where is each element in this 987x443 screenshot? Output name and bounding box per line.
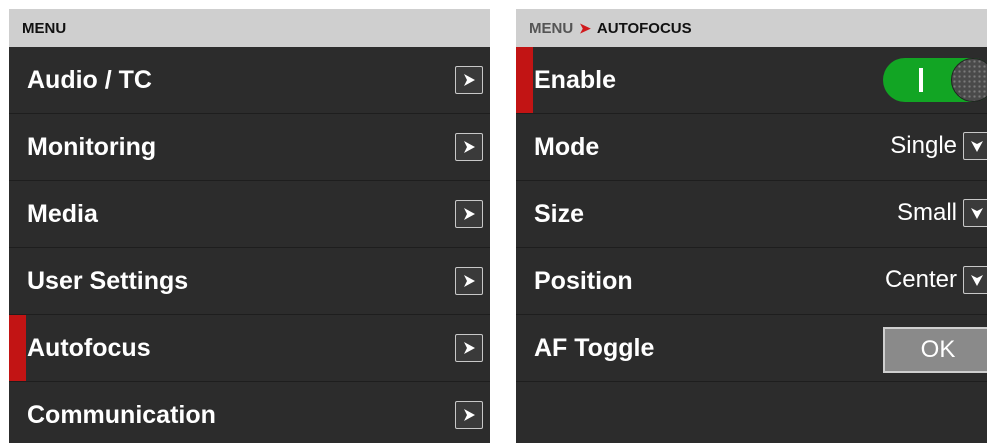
chevron-right-icon[interactable] [455,267,483,295]
size-label: Size [534,199,585,228]
mode-value[interactable]: Single [890,132,957,160]
breadcrumb-arrow-icon: ➤ [579,19,591,36]
size-select[interactable]: Small [897,199,987,227]
breadcrumb: MENU ➤ AUTOFOCUS [516,9,987,47]
toggle-on-indicator [919,68,923,92]
chevron-down-icon[interactable] [963,199,987,227]
chevron-right-icon[interactable] [455,401,483,429]
main-menu-panel: MENU Audio / TC Monitoring Media User Se… [9,9,490,443]
menu-header: MENU [9,9,490,47]
chevron-right-icon[interactable] [455,334,483,362]
enable-toggle[interactable] [883,58,987,102]
setting-row-af-toggle: AF Toggle OK [516,315,987,382]
toggle-knob[interactable] [951,58,987,102]
menu-item-user-settings[interactable]: User Settings [9,248,490,315]
menu-item-label: Monitoring [27,132,157,161]
af-toggle-ok-button[interactable]: OK [883,327,987,373]
chevron-down-icon[interactable] [963,266,987,294]
menu-item-autofocus[interactable]: Autofocus [9,315,490,382]
enable-label: Enable [534,65,616,94]
menu-item-monitoring[interactable]: Monitoring [9,114,490,181]
menu-item-label: Media [27,199,98,228]
mode-select[interactable]: Single [890,132,987,160]
chevron-down-icon[interactable] [963,132,987,160]
af-toggle-label: AF Toggle [534,333,655,362]
mode-label: Mode [534,132,600,161]
setting-row-position: Position Center [516,248,987,315]
breadcrumb-current: AUTOFOCUS [596,19,692,37]
menu-item-communication[interactable]: Communication [9,382,490,443]
size-value[interactable]: Small [897,199,957,227]
position-value[interactable]: Center [885,266,957,294]
menu-item-label: Autofocus [27,333,151,362]
setting-row-mode: Mode Single [516,114,987,181]
menu-item-label: User Settings [27,266,189,295]
setting-row-enable: Enable [516,47,987,114]
chevron-right-icon[interactable] [455,200,483,228]
menu-item-label: Communication [27,400,216,429]
position-label: Position [534,266,633,295]
menu-item-audio-tc[interactable]: Audio / TC [9,47,490,114]
setting-row-size: Size Small [516,181,987,248]
position-select[interactable]: Center [885,266,987,294]
menu-item-label: Audio / TC [27,65,152,94]
menu-item-media[interactable]: Media [9,181,490,248]
chevron-right-icon[interactable] [455,133,483,161]
breadcrumb-root[interactable]: MENU [529,20,573,37]
autofocus-panel: MENU ➤ AUTOFOCUS Enable Mode Single Size… [516,9,987,443]
chevron-right-icon[interactable] [455,66,483,94]
